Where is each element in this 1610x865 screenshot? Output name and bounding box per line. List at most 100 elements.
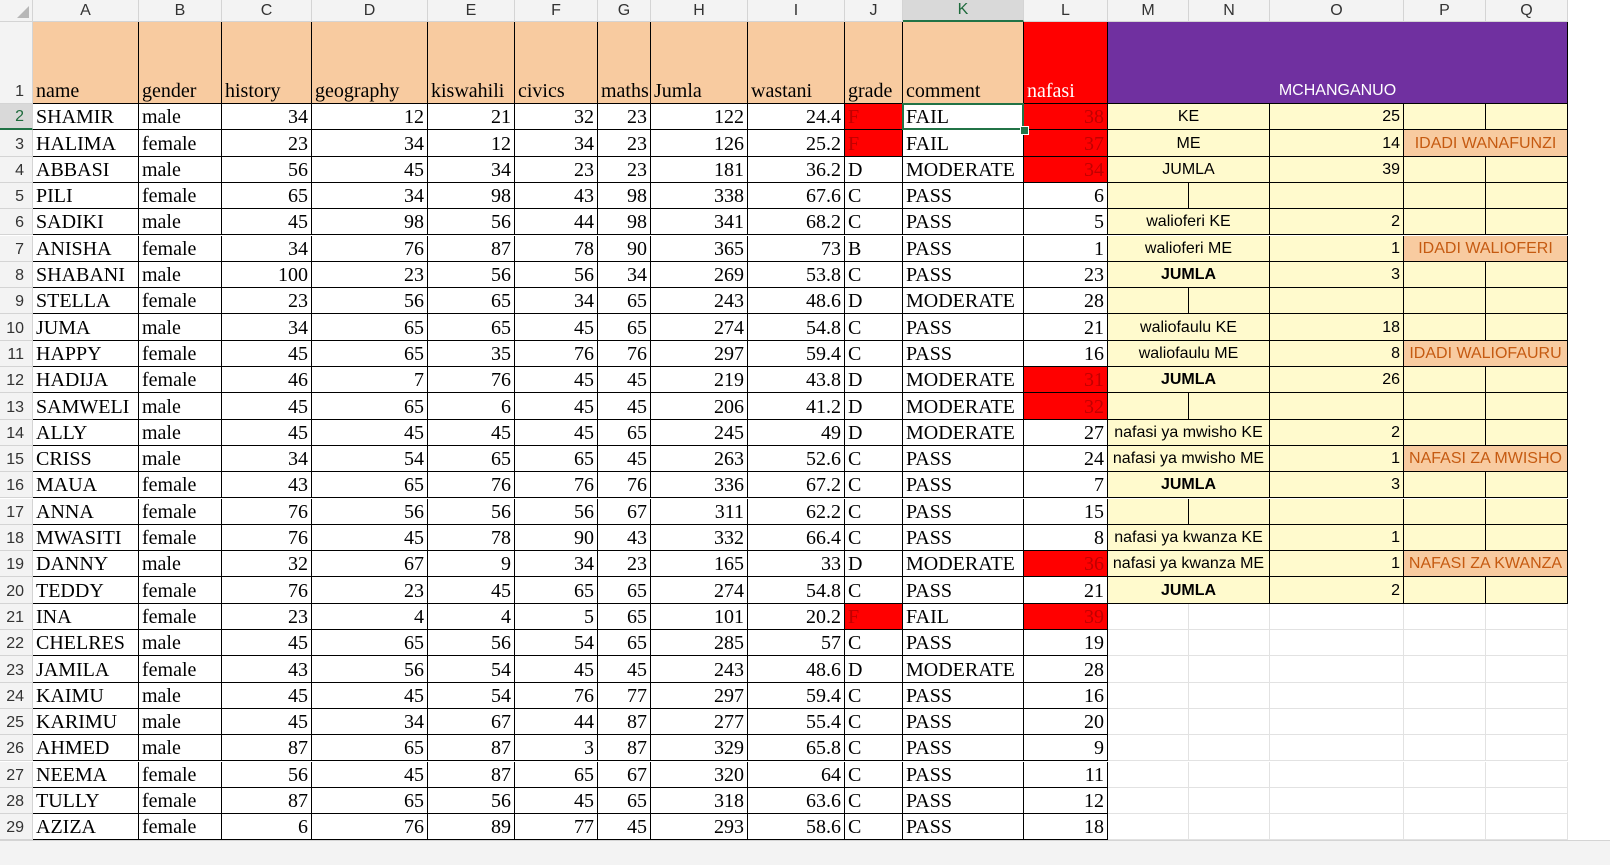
cell-geography[interactable]: 56: [312, 288, 428, 315]
cell-civics[interactable]: 45: [515, 393, 598, 420]
cell-jumla[interactable]: 311: [651, 498, 748, 525]
empty-cell[interactable]: [1486, 787, 1568, 815]
empty-cell[interactable]: [1486, 603, 1568, 630]
summary-blank[interactable]: [1486, 288, 1568, 315]
cell-civics[interactable]: 43: [515, 182, 598, 210]
empty-cell[interactable]: [1189, 761, 1270, 788]
empty-cell[interactable]: [1486, 656, 1568, 683]
cell-grade[interactable]: C: [845, 209, 903, 236]
cell-gender[interactable]: male: [139, 630, 222, 657]
column-header-L[interactable]: L: [1024, 0, 1108, 22]
header-geography[interactable]: geography: [312, 22, 428, 104]
cell-grade[interactable]: C: [845, 630, 903, 657]
summary-blank[interactable]: [1486, 524, 1568, 552]
cell-comment[interactable]: PASS: [903, 814, 1024, 841]
cell-wastani[interactable]: 62.2: [748, 498, 845, 525]
cell-grade[interactable]: C: [845, 814, 903, 841]
cell-wastani[interactable]: 59.4: [748, 340, 845, 367]
cell-kiswahili[interactable]: 54: [428, 682, 515, 709]
cell-jumla[interactable]: 293: [651, 814, 748, 841]
cell-grade[interactable]: C: [845, 735, 903, 762]
empty-cell[interactable]: [1108, 630, 1189, 657]
column-header-O[interactable]: O: [1270, 0, 1404, 22]
cell-name[interactable]: SHABANI: [33, 261, 139, 289]
cell-gender[interactable]: female: [139, 288, 222, 315]
row-header-7[interactable]: 7: [0, 235, 33, 262]
cell-name[interactable]: JUMA: [33, 314, 139, 341]
cell-jumla[interactable]: 245: [651, 419, 748, 446]
cell-kiswahili[interactable]: 34: [428, 156, 515, 183]
summary-label[interactable]: waliofaulu KE: [1108, 314, 1270, 341]
cell-history[interactable]: 34: [222, 314, 312, 341]
cell-maths[interactable]: 65: [598, 288, 651, 315]
cell-history[interactable]: 34: [222, 104, 312, 131]
cell-maths[interactable]: 65: [598, 603, 651, 630]
cell-name[interactable]: NEEMA: [33, 761, 139, 788]
row-header-11[interactable]: 11: [0, 340, 33, 367]
cell-nafasi[interactable]: 39: [1024, 603, 1108, 630]
summary-value[interactable]: 3: [1270, 261, 1404, 289]
empty-cell[interactable]: [1108, 735, 1189, 762]
empty-cell[interactable]: [1404, 682, 1486, 709]
cell-civics[interactable]: 77: [515, 814, 598, 841]
cell-gender[interactable]: female: [139, 235, 222, 262]
summary-label[interactable]: nafasi ya kwanza KE: [1108, 524, 1270, 552]
summary-category[interactable]: NAFASI ZA KWANZA: [1404, 551, 1568, 578]
cell-comment[interactable]: PASS: [903, 708, 1024, 736]
cell-comment[interactable]: PASS: [903, 182, 1024, 210]
cell-kiswahili[interactable]: 56: [428, 498, 515, 525]
cell-gender[interactable]: male: [139, 156, 222, 183]
cell-maths[interactable]: 34: [598, 261, 651, 289]
cell-nafasi[interactable]: 19: [1024, 630, 1108, 657]
cell-kiswahili[interactable]: 78: [428, 524, 515, 552]
cell-wastani[interactable]: 48.6: [748, 656, 845, 683]
cell-grade[interactable]: C: [845, 182, 903, 210]
cell-kiswahili[interactable]: 21: [428, 104, 515, 131]
empty-cell[interactable]: [1189, 630, 1270, 657]
cell-jumla[interactable]: 263: [651, 445, 748, 473]
cell-comment[interactable]: FAIL: [903, 603, 1024, 630]
row-header-24[interactable]: 24: [0, 682, 33, 709]
cell-geography[interactable]: 56: [312, 498, 428, 525]
cell-civics[interactable]: 45: [515, 787, 598, 815]
cell-maths[interactable]: 65: [598, 419, 651, 446]
cell-jumla[interactable]: 219: [651, 367, 748, 394]
cell-gender[interactable]: female: [139, 498, 222, 525]
row-header-5[interactable]: 5: [0, 182, 33, 210]
header-gender[interactable]: gender: [139, 22, 222, 104]
summary-blank[interactable]: [1486, 261, 1568, 289]
row-header-28[interactable]: 28: [0, 787, 33, 815]
summary-blank[interactable]: [1404, 577, 1486, 604]
cell-nafasi[interactable]: 28: [1024, 288, 1108, 315]
column-header-C[interactable]: C: [222, 0, 312, 22]
cell-history[interactable]: 43: [222, 472, 312, 499]
cell-maths[interactable]: 87: [598, 708, 651, 736]
cell-geography[interactable]: 45: [312, 419, 428, 446]
cell-nafasi[interactable]: 31: [1024, 367, 1108, 394]
column-header-M[interactable]: M: [1108, 0, 1189, 22]
empty-cell[interactable]: [1108, 787, 1189, 815]
cell-name[interactable]: AZIZA: [33, 814, 139, 841]
cell-kiswahili[interactable]: 56: [428, 261, 515, 289]
empty-cell[interactable]: [1270, 630, 1404, 657]
cell-history[interactable]: 45: [222, 708, 312, 736]
cell-wastani[interactable]: 53.8: [748, 261, 845, 289]
summary-label[interactable]: [1108, 182, 1189, 210]
row-header-29[interactable]: 29: [0, 814, 33, 841]
summary-label[interactable]: JUMLA: [1108, 577, 1270, 604]
cell-civics[interactable]: 34: [515, 130, 598, 157]
cell-kiswahili[interactable]: 9: [428, 551, 515, 578]
cell-kiswahili[interactable]: 56: [428, 209, 515, 236]
column-header-H[interactable]: H: [651, 0, 748, 22]
cell-grade[interactable]: D: [845, 551, 903, 578]
cell-comment[interactable]: PASS: [903, 472, 1024, 499]
header-name[interactable]: name: [33, 22, 139, 104]
summary-value[interactable]: 18: [1270, 314, 1404, 341]
row-header-22[interactable]: 22: [0, 630, 33, 657]
cell-jumla[interactable]: 329: [651, 735, 748, 762]
column-header-P[interactable]: P: [1404, 0, 1486, 22]
row-header-16[interactable]: 16: [0, 472, 33, 499]
cell-history[interactable]: 43: [222, 656, 312, 683]
cell-kiswahili[interactable]: 89: [428, 814, 515, 841]
empty-cell[interactable]: [1486, 708, 1568, 736]
